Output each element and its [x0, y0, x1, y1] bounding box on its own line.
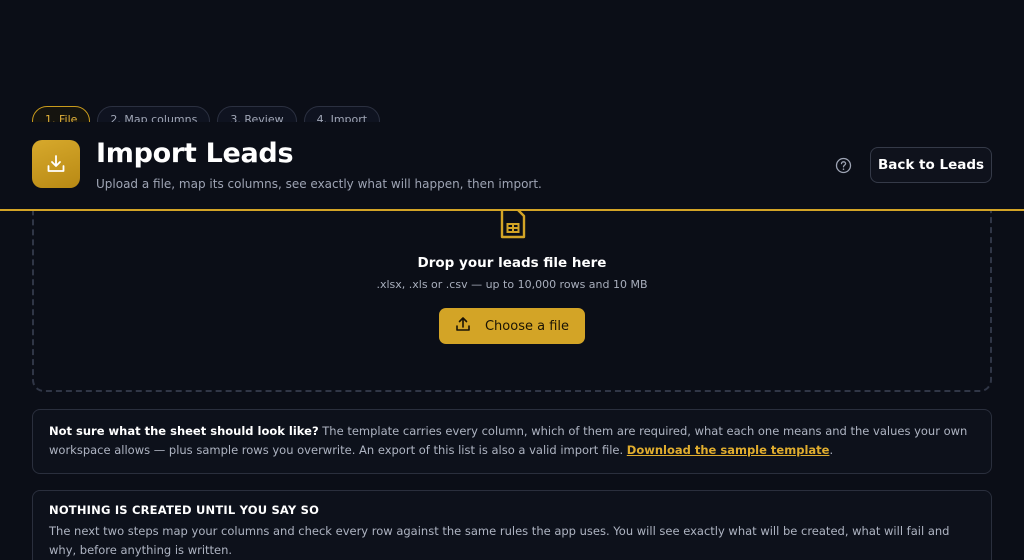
choose-file-button[interactable]: Choose a file: [439, 308, 585, 344]
import-leads-page: 1. File 2. Map columns 3. Review 4. Impo…: [0, 0, 1024, 560]
back-to-leads-button[interactable]: Back to Leads: [870, 147, 992, 183]
choose-file-label: Choose a file: [484, 318, 570, 334]
page-subtitle: Upload a file, map its columns, see exac…: [96, 177, 542, 191]
info-tail: .: [829, 443, 834, 457]
dropzone-title: Drop your leads file here: [417, 255, 607, 271]
nothing-created-notice: NOTHING IS CREATED UNTIL YOU SAY SO The …: [32, 490, 992, 560]
download-template-link[interactable]: Download the sample template: [627, 443, 830, 457]
notice-text: The next two steps map your columns and …: [49, 524, 950, 557]
help-circle-icon[interactable]: [835, 157, 852, 174]
info-lead: Not sure what the sheet should look like…: [49, 424, 319, 438]
page-header: Import Leads Upload a file, map its colu…: [0, 122, 1024, 211]
spreadsheet-file-icon: [499, 206, 527, 240]
dropzone-hint: .xlsx, .xls or .csv — up to 10,000 rows …: [376, 278, 648, 291]
download-icon: [32, 140, 80, 188]
template-info-box: Not sure what the sheet should look like…: [32, 409, 992, 474]
upload-icon: [455, 316, 471, 336]
notice-title: NOTHING IS CREATED UNTIL YOU SAY SO: [49, 503, 320, 517]
page-title: Import Leads: [96, 138, 294, 169]
